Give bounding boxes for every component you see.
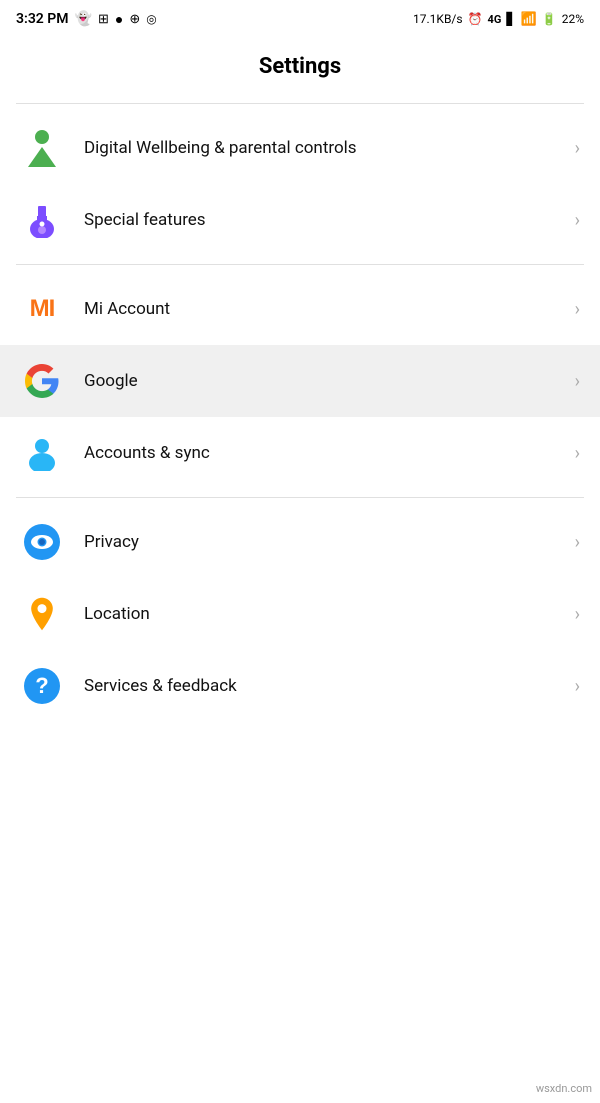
mi-account-chevron: › (575, 299, 580, 320)
section2: MI Mi Account › Google › Accounts & (0, 265, 600, 497)
status-left: 3:32 PM 👻 ⊞ ● ⊕ ◎ (16, 11, 157, 28)
services-feedback-item[interactable]: ? Services & feedback › (0, 650, 600, 722)
google-icon (24, 363, 60, 399)
snapchat-icon: 👻 (75, 11, 92, 27)
network-4g-icon: 4G (488, 13, 502, 26)
globe-icon: ⊕ (129, 12, 140, 27)
battery-icon: 🔋 (542, 12, 557, 26)
privacy-label: Privacy (84, 531, 567, 553)
privacy-chevron: › (575, 532, 580, 553)
accounts-sync-icon (24, 435, 60, 471)
special-features-item[interactable]: Special features › (0, 184, 600, 256)
status-bar: 3:32 PM 👻 ⊞ ● ⊕ ◎ 17.1KB/s ⏰ 4G ▋ 📶 🔋 22… (0, 0, 600, 36)
location-item[interactable]: Location › (0, 578, 600, 650)
location-icon-container (20, 592, 64, 636)
network-speed: 17.1KB/s (413, 12, 463, 26)
section1: ♥ Digital Wellbeing & parental controls … (0, 104, 600, 264)
special-features-chevron: › (575, 210, 580, 231)
mi-account-item[interactable]: MI Mi Account › (0, 273, 600, 345)
svg-text:♥: ♥ (34, 154, 42, 167)
location-label: Location (84, 603, 567, 625)
services-feedback-chevron: › (575, 676, 580, 697)
status-right: 17.1KB/s ⏰ 4G ▋ 📶 🔋 22% (413, 12, 584, 27)
svg-text:?: ? (35, 673, 48, 698)
signal-icon: ▋ (506, 12, 515, 26)
privacy-icon (24, 524, 60, 560)
instagram-icon: ◎ (146, 12, 156, 26)
privacy-icon-container (20, 520, 64, 564)
google-item[interactable]: Google › (0, 345, 600, 417)
digital-wellbeing-item[interactable]: ♥ Digital Wellbeing & parental controls … (0, 112, 600, 184)
mi-account-icon: MI (30, 295, 55, 323)
location-chevron: › (575, 604, 580, 625)
digital-wellbeing-icon-container: ♥ (20, 126, 64, 170)
page-title-container: Settings (0, 36, 600, 103)
google-chevron: › (575, 371, 580, 392)
page-title: Settings (0, 54, 600, 79)
watermark: wsxdn.com (536, 1082, 592, 1095)
accounts-sync-chevron: › (575, 443, 580, 464)
special-features-icon-container (20, 198, 64, 242)
services-feedback-icon-container: ? (20, 664, 64, 708)
special-features-label: Special features (84, 209, 567, 231)
alarm-icon: ⏰ (468, 12, 483, 26)
digital-wellbeing-icon: ♥ (24, 129, 60, 167)
digital-wellbeing-label: Digital Wellbeing & parental controls (84, 137, 567, 159)
digital-wellbeing-chevron: › (575, 138, 580, 159)
google-icon-container (20, 359, 64, 403)
privacy-item[interactable]: Privacy › (0, 506, 600, 578)
section3: Privacy › Location › ? Services & feedba… (0, 498, 600, 730)
mi-account-icon-container: MI (20, 287, 64, 331)
status-time: 3:32 PM (16, 11, 69, 27)
grid-icon: ⊞ (98, 12, 109, 27)
services-feedback-label: Services & feedback (84, 675, 567, 697)
google-label: Google (84, 370, 567, 392)
wifi-icon: 📶 (521, 12, 537, 27)
accounts-sync-icon-container (20, 431, 64, 475)
services-feedback-icon: ? (24, 668, 60, 704)
mi-account-label: Mi Account (84, 298, 567, 320)
accounts-sync-label: Accounts & sync (84, 442, 567, 464)
special-features-icon (24, 202, 60, 238)
whatsapp-icon: ● (115, 11, 123, 28)
battery-percent: 22% (562, 12, 584, 26)
location-icon (26, 596, 58, 632)
accounts-sync-item[interactable]: Accounts & sync › (0, 417, 600, 489)
